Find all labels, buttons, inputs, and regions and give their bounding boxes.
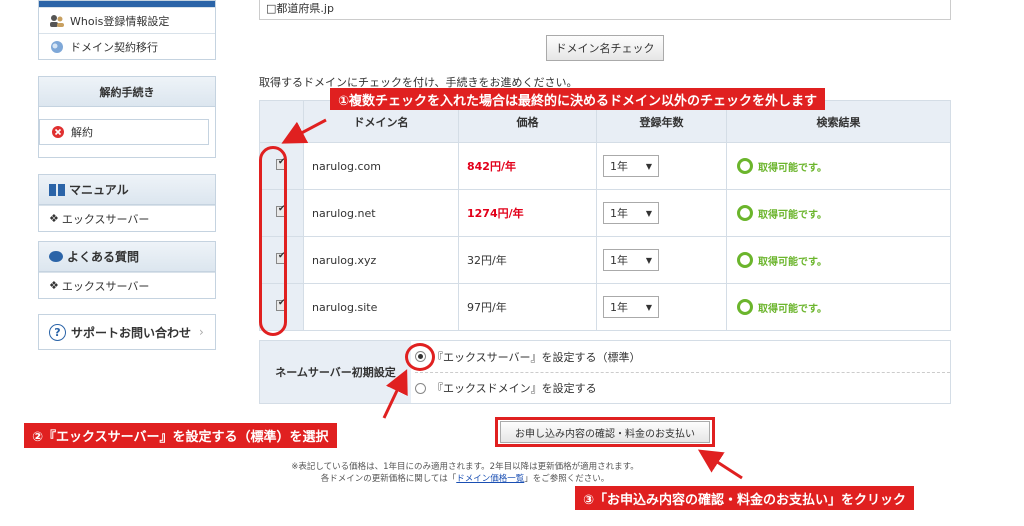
support-contact-button[interactable]: ? サポートお問い合わせ › [38,314,216,350]
table-row: narulog.net 1274円/年 1年 ▼ 取得可能です。 [259,189,951,237]
years-value: 1年 [610,254,628,267]
result-cell: 取得可能です。 [726,189,951,237]
header-check [259,100,304,143]
annotation-confirm-box [495,417,715,447]
sidebar-item-label: エックスサーバー [61,279,150,293]
domain-name: narulog.com [303,142,459,190]
note-line-1: ※表記している価格は、1年目にのみ適用されます。2年目以降は更新価格が適用されま… [291,462,639,472]
years-select[interactable]: 1年 ▼ [603,202,659,224]
ns-option-xdomain[interactable]: 『エックスドメイン』を設定する [415,372,950,403]
result-text: 取得可能です。 [758,209,827,221]
speech-bubble-icon [49,250,63,262]
sidebar-item-label: Whois登録情報設定 [70,14,170,28]
book-icon [49,183,65,196]
diamond-icon: ❖ [49,279,59,292]
annotation-step-2: ②『エックスサーバー』を設定する（標準）を選択 [24,423,337,448]
transfer-icon [51,40,63,53]
price-list-link[interactable]: ドメイン価格一覧 [456,474,524,484]
domain-name: narulog.site [303,283,459,331]
note-line-2: 各ドメインの更新価格に関しては「ドメイン価格一覧」をご参照ください。 [265,473,665,485]
sidebar-faq-label: よくある質問 [67,250,140,264]
years-cell: 1年 ▼ [596,142,727,190]
years-cell: 1年 ▼ [596,189,727,237]
annotation-step-3: ③「お申込み内容の確認・料金のお支払い」をクリック [575,486,915,510]
years-select[interactable]: 1年 ▼ [603,296,659,318]
available-circle-icon [737,252,753,268]
table-row: narulog.site 97円/年 1年 ▼ 取得可能です。 [259,283,951,331]
years-value: 1年 [610,160,628,173]
sidebar-item-whois[interactable]: Whois登録情報設定 [39,7,215,33]
domain-price: 1274円/年 [458,189,597,237]
sidebar-faq-heading: よくある質問 [39,242,215,272]
years-cell: 1年 ▼ [596,283,727,331]
arrow-to-confirm [697,449,743,480]
sidebar-cancel-heading: 解約手続き [39,77,215,107]
available-circle-icon [737,299,753,315]
sidebar-manual-box: マニュアル ❖ エックスサーバー [38,174,216,232]
domain-results-table: ドメイン名 価格 登録年数 検索結果 narulog.com 842円/年 1年… [259,100,951,331]
years-value: 1年 [610,301,628,314]
ns-option-label: 『エックスサーバー』を設定する（標準） [432,350,641,364]
domain-name: narulog.xyz [303,236,459,284]
domain-price: 97円/年 [458,283,597,331]
sidebar-cancel-box: 解約手続き 解約 [38,76,216,158]
diamond-icon: ❖ [49,212,59,225]
sidebar-domain-menu: Whois登録情報設定 ドメイン契約移行 [38,0,216,60]
annotation-radio-ring [405,343,435,371]
result-text: 取得可能です。 [758,256,827,268]
available-circle-icon [737,205,753,221]
users-icon [50,14,64,27]
sidebar-item-faq-xserver[interactable]: ❖ エックスサーバー [39,272,215,298]
price-note: ※表記している価格は、1年目にのみ適用されます。2年目以降は更新価格が適用されま… [265,461,665,485]
domain-check-button[interactable]: ドメイン名チェック [546,35,664,61]
table-row: narulog.com 842円/年 1年 ▼ 取得可能です。 [259,142,951,190]
table-row: narulog.xyz 32円/年 1年 ▼ 取得可能です。 [259,236,951,284]
prefecture-jp-option[interactable]: □都道府県.jp [259,0,951,20]
result-cell: 取得可能です。 [726,283,951,331]
nameserver-label: ネームサーバー初期設定 [260,341,411,403]
years-value: 1年 [610,207,628,220]
years-select[interactable]: 1年 ▼ [603,155,659,177]
years-cell: 1年 ▼ [596,236,727,284]
ns-option-label: 『エックスドメイン』を設定する [432,382,597,395]
domain-price: 32円/年 [458,236,597,284]
sidebar-faq-box: よくある質問 ❖ エックスサーバー [38,241,216,299]
sidebar-item-transfer[interactable]: ドメイン契約移行 [39,33,215,59]
annotation-step-1: ①複数チェックを入れた場合は最終的に決めるドメイン以外のチェックを外します [330,88,826,110]
years-select[interactable]: 1年 ▼ [603,249,659,271]
cancel-icon [52,126,64,138]
dropdown-arrow-icon: ▼ [645,302,652,312]
chevron-right-icon: › [199,325,204,339]
sidebar-item-manual-xserver[interactable]: ❖ エックスサーバー [39,205,215,231]
ns-option-xserver[interactable]: 『エックスサーバー』を設定する（標準） [415,341,950,372]
domain-price: 842円/年 [458,142,597,190]
radio-unselected[interactable] [415,382,426,394]
help-icon: ? [49,323,66,341]
result-text: 取得可能です。 [758,303,827,315]
sidebar-manual-label: マニュアル [69,183,129,197]
result-text: 取得可能です。 [758,162,827,174]
sidebar: Whois登録情報設定 ドメイン契約移行 解約手続き 解約 マニュアル ❖ エッ… [38,0,216,350]
sidebar-item-label: 解約 [71,126,93,139]
result-cell: 取得可能です。 [726,142,951,190]
dropdown-arrow-icon: ▼ [645,255,652,265]
support-label: サポートお問い合わせ [71,325,192,340]
dropdown-arrow-icon: ▼ [645,208,652,218]
dropdown-arrow-icon: ▼ [645,161,652,171]
nameserver-options: 『エックスサーバー』を設定する（標準） 『エックスドメイン』を設定する [411,341,950,403]
nameserver-setting: ネームサーバー初期設定 『エックスサーバー』を設定する（標準） 『エックスドメイ… [259,340,951,404]
note-text: 」をご参照ください。 [524,474,610,484]
result-cell: 取得可能です。 [726,236,951,284]
annotation-checkbox-ring [259,146,287,336]
note-text: 各ドメインの更新価格に関しては「 [320,474,457,484]
domain-name: narulog.net [303,189,459,237]
sidebar-item-cancel[interactable]: 解約 [39,119,209,145]
sidebar-manual-heading: マニュアル [39,175,215,205]
sidebar-item-label: ドメイン契約移行 [70,40,158,54]
available-circle-icon [737,158,753,174]
sidebar-item-label: エックスサーバー [61,212,150,226]
